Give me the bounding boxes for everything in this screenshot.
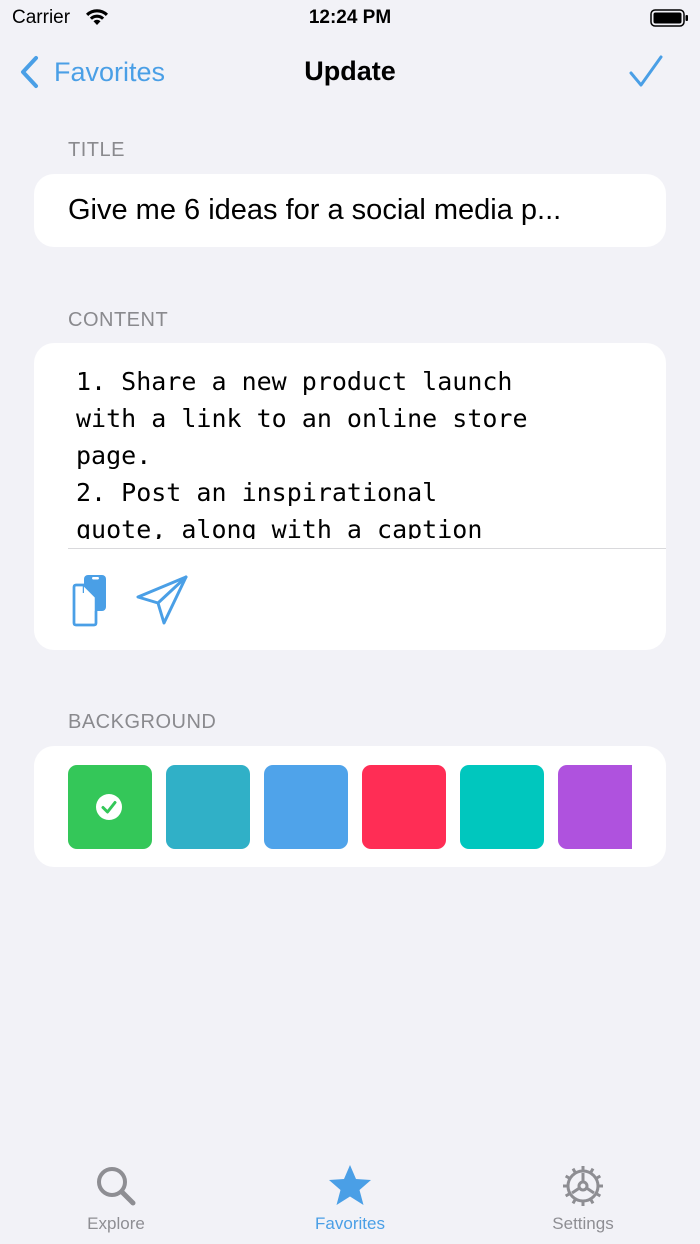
gear-icon [563, 1166, 603, 1206]
tab-favorites-label: Favorites [315, 1214, 385, 1233]
tab-bar: Explore Favorites Settings [0, 1154, 700, 1244]
title-card: Give me 6 ideas for a social media p... [34, 174, 666, 247]
checkmark-icon[interactable] [628, 54, 664, 90]
star-icon [329, 1165, 371, 1205]
content-text-area[interactable]: 1. Share a new product launch with a lin… [76, 363, 636, 539]
color-swatch[interactable] [362, 765, 446, 849]
tab-favorites[interactable]: Favorites [280, 1164, 420, 1244]
divider [68, 548, 666, 549]
title-section-header: TITLE [68, 139, 125, 161]
send-icon[interactable] [134, 573, 190, 627]
color-swatch[interactable] [460, 765, 544, 849]
content-card: 1. Share a new product launch with a lin… [34, 343, 666, 650]
title-field[interactable]: Give me 6 ideas for a social media p... [68, 174, 638, 247]
clock: 12:24 PM [308, 7, 392, 28]
content-section-header: CONTENT [68, 309, 169, 331]
background-section-header: BACKGROUND [68, 711, 217, 733]
copy-icon[interactable] [72, 573, 112, 627]
color-swatch-row [68, 765, 632, 849]
tab-explore-label: Explore [87, 1214, 145, 1233]
status-bar: Carrier 12:24 PM [0, 0, 700, 36]
magnifier-icon [97, 1167, 136, 1206]
color-swatch[interactable] [264, 765, 348, 849]
tab-settings-label: Settings [552, 1214, 614, 1233]
page-title: Update [304, 56, 396, 86]
battery-icon [650, 9, 688, 27]
color-swatch[interactable] [68, 765, 152, 849]
tab-settings[interactable]: Settings [513, 1164, 653, 1244]
navigation-bar: Favorites Update [0, 44, 700, 100]
tab-explore[interactable]: Explore [46, 1164, 186, 1244]
selected-check-icon [96, 794, 122, 820]
color-swatch[interactable] [558, 765, 632, 849]
background-card [34, 746, 666, 867]
color-swatch[interactable] [166, 765, 250, 849]
